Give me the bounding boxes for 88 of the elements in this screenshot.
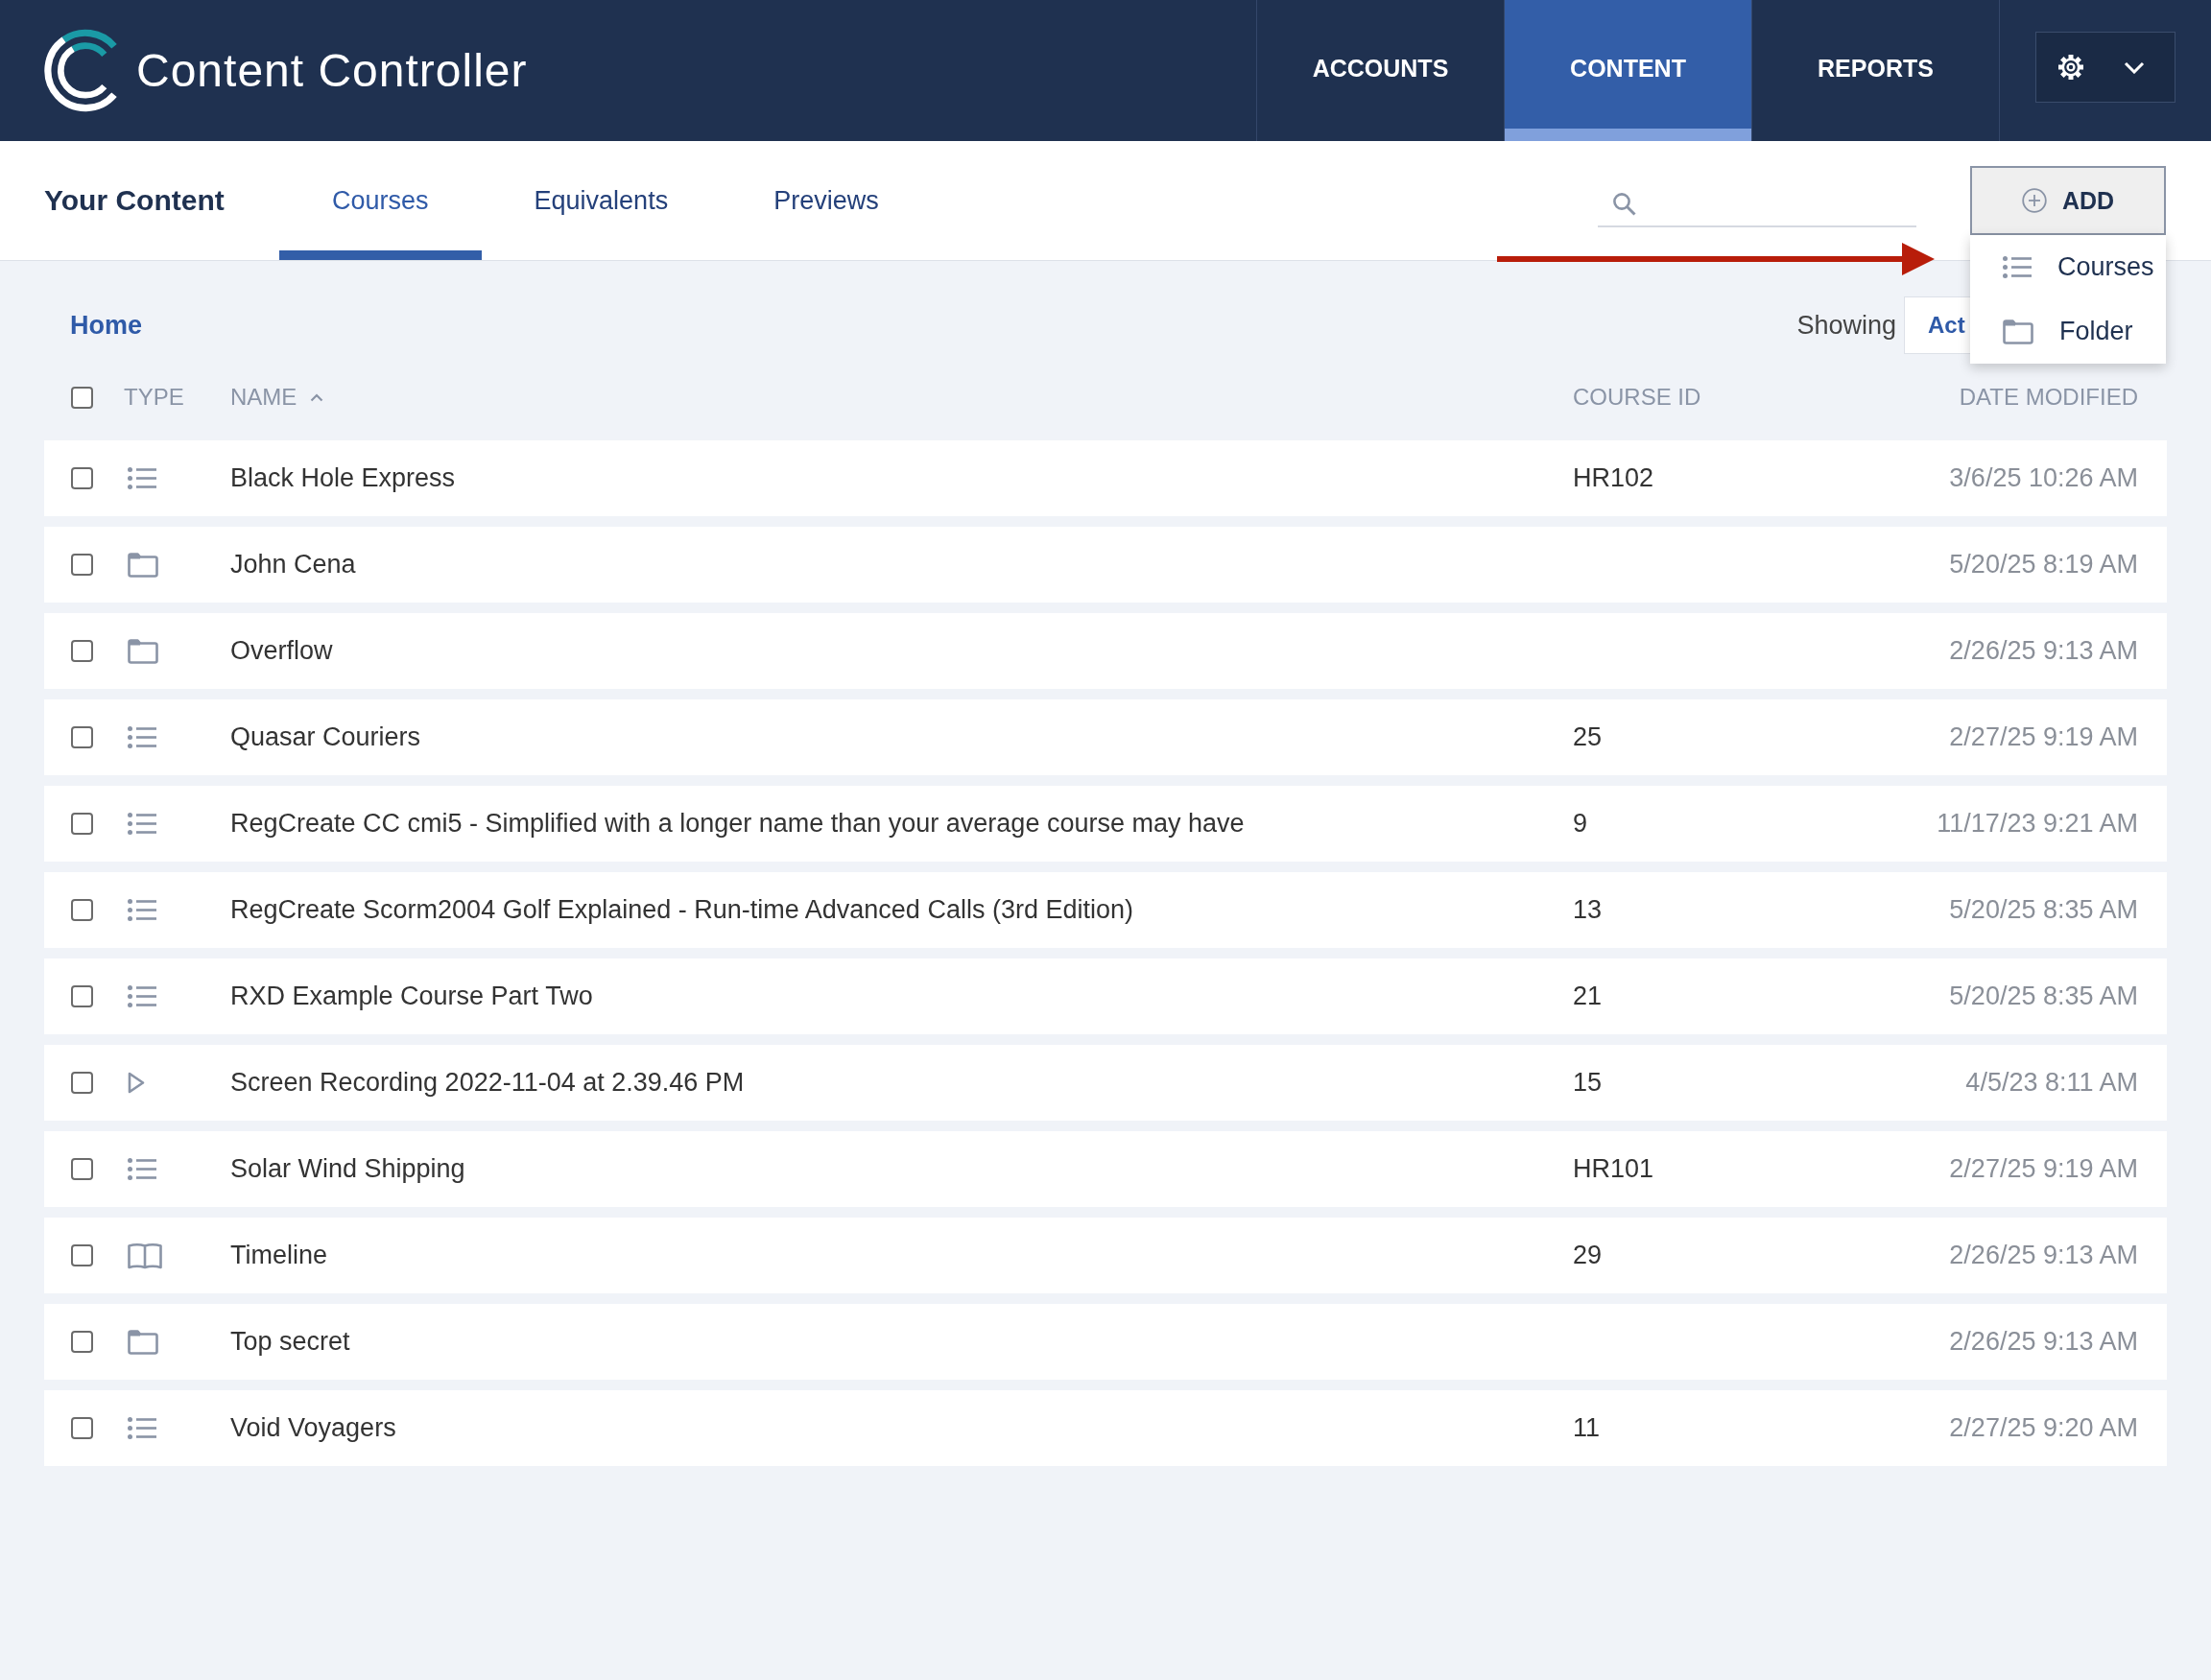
folder-icon — [128, 1329, 158, 1355]
list-icon — [128, 985, 156, 1007]
course-id: 11 — [1573, 1413, 1601, 1442]
item-name: Solar Wind Shipping — [230, 1154, 465, 1183]
item-name: RegCreate CC cmi5 - Simplified with a longer name than your average course may have — [230, 809, 1245, 838]
modified-date: 2/26/25 9:13 AM — [1949, 1327, 2138, 1357]
item-name: RegCreate Scorm2004 Golf Explained - Run-time Advanced Calls (3rd Edition) — [230, 895, 1133, 924]
list-icon — [128, 899, 156, 921]
table-row[interactable]: Screen Recording 2022-11-04 at 2.39.46 PM 15 4/5/23 8:11 AM — [44, 1045, 2167, 1121]
modified-date: 2/27/25 9:19 AM — [1949, 1154, 2138, 1184]
settings-button[interactable] — [2035, 32, 2175, 103]
modified-date: 11/17/23 9:21 AM — [1937, 809, 2138, 839]
modified-date: 2/26/25 9:13 AM — [1949, 636, 2138, 666]
course-id: 13 — [1573, 895, 1603, 924]
table-row[interactable]: Overflow 2/26/25 9:13 AM — [44, 613, 2167, 689]
item-name: Overflow — [230, 636, 333, 665]
table-row[interactable]: Black Hole Express HR102 3/6/25 10:26 AM — [44, 440, 2167, 516]
table-row[interactable]: Quasar Couriers 25 2/27/25 9:19 AM — [44, 699, 2167, 775]
checkbox[interactable] — [71, 1417, 93, 1439]
checkbox[interactable] — [71, 899, 93, 921]
menu-item[interactable]: Folder — [1970, 299, 2166, 364]
checkbox[interactable] — [71, 1158, 93, 1180]
course-id: HR101 — [1573, 1154, 1654, 1183]
nav-tab[interactable]: CONTENT — [1504, 0, 1751, 141]
item-name: Timeline — [230, 1241, 328, 1269]
list-icon — [2003, 256, 2032, 278]
modified-date: 2/27/25 9:20 AM — [1949, 1413, 2138, 1443]
checkbox[interactable] — [71, 813, 93, 835]
course-id: 21 — [1573, 982, 1603, 1010]
checkbox[interactable] — [71, 726, 93, 748]
checkbox[interactable] — [71, 386, 93, 409]
add-button[interactable]: ADD — [1970, 166, 2166, 235]
list-icon — [128, 813, 156, 835]
item-name: Quasar Couriers — [230, 722, 421, 751]
table-row[interactable]: RegCreate Scorm2004 Golf Explained - Run-time Advanced Calls (3rd Edition) 13 5/20/25 8:35 AM — [44, 872, 2167, 948]
menu-item[interactable]: Courses — [1970, 235, 2166, 299]
checkbox[interactable] — [71, 640, 93, 662]
list-icon — [128, 1417, 156, 1439]
course-id: 25 — [1573, 722, 1603, 751]
course-id: 29 — [1573, 1241, 1603, 1269]
modified-date: 2/27/25 9:19 AM — [1949, 722, 2138, 752]
view-tab[interactable]: Courses — [279, 141, 482, 260]
item-name: RXD Example Course Part Two — [230, 982, 593, 1010]
open-book-icon — [128, 1242, 162, 1269]
item-name: Void Voyagers — [230, 1413, 396, 1442]
breadcrumb-link[interactable]: Home — [70, 310, 142, 341]
modified-date: 2/26/25 9:13 AM — [1949, 1241, 2138, 1270]
settings-icon — [2057, 54, 2084, 81]
chevron-down-icon — [2124, 60, 2145, 74]
table-row[interactable]: Void Voyagers 11 2/27/25 9:20 AM — [44, 1390, 2167, 1466]
item-name: Screen Recording 2022-11-04 at 2.39.46 PM — [230, 1068, 745, 1097]
view-tab[interactable]: Equivalents — [481, 141, 722, 260]
checkbox[interactable] — [71, 467, 93, 489]
table-row[interactable]: Timeline 29 2/26/25 9:13 AM — [44, 1218, 2167, 1293]
view-tab[interactable]: Previews — [721, 141, 932, 260]
checkbox[interactable] — [71, 554, 93, 576]
checkbox[interactable] — [71, 1331, 93, 1353]
item-name: John Cena — [230, 550, 356, 579]
modified-date: 5/20/25 8:19 AM — [1949, 550, 2138, 580]
logo-text: Content Controller — [136, 44, 528, 97]
modified-date: 3/6/25 10:26 AM — [1949, 463, 2138, 493]
plus-circle-icon — [2021, 188, 2047, 213]
list-icon — [128, 1158, 156, 1180]
folder-icon — [2003, 319, 2033, 344]
modified-date: 5/20/25 8:35 AM — [1949, 895, 2138, 925]
table-row[interactable]: John Cena 5/20/25 8:19 AM — [44, 527, 2167, 603]
play-icon — [128, 1072, 145, 1094]
item-name: Top secret — [230, 1327, 350, 1356]
list-icon — [128, 467, 156, 489]
checkbox[interactable] — [71, 1244, 93, 1266]
course-id: HR102 — [1573, 463, 1654, 492]
table-row[interactable]: RXD Example Course Part Two 21 5/20/25 8:35 AM — [44, 958, 2167, 1034]
search-icon — [1612, 191, 1636, 216]
checkbox[interactable] — [71, 1072, 93, 1094]
course-id: 15 — [1573, 1068, 1603, 1097]
item-name: Black Hole Express — [230, 463, 456, 492]
table-row[interactable]: Solar Wind Shipping HR101 2/27/25 9:19 AM — [44, 1131, 2167, 1207]
table-row[interactable]: Top secret 2/26/25 9:13 AM — [44, 1304, 2167, 1380]
modified-date: 5/20/25 8:35 AM — [1949, 982, 2138, 1011]
folder-icon — [128, 552, 158, 578]
modified-date: 4/5/23 8:11 AM — [1965, 1068, 2138, 1098]
page-title: Your Content — [44, 184, 225, 217]
filter-label: Showing — [1796, 310, 1896, 341]
list-icon — [128, 726, 156, 748]
folder-icon — [128, 638, 158, 664]
table-row[interactable]: RegCreate CC cmi5 - Simplified with a longer name than your average course may have 9 11/17/23 9:21 AM — [44, 786, 2167, 862]
course-id: 9 — [1573, 809, 1588, 838]
checkbox[interactable] — [71, 985, 93, 1007]
